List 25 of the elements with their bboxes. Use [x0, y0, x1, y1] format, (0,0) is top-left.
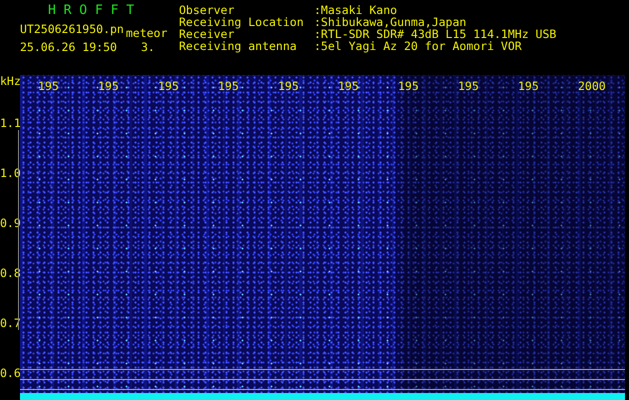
info-label: Receiving Location [179, 16, 305, 28]
time-label: 195 [158, 79, 179, 93]
info-label: Receiving antenna [179, 40, 298, 52]
time-label: 195 [338, 79, 359, 93]
info-value: :Masaki Kano [314, 4, 398, 16]
info-label: Receiver [179, 28, 234, 40]
time-label: 195 [218, 79, 239, 93]
info-value: :5el Yagi Az 20 for Aomori VOR [314, 40, 522, 52]
time-label: 195 [458, 79, 479, 93]
time-label: 195 [518, 79, 539, 93]
time-label: 2000 [578, 79, 606, 93]
frequency-label: 0.6 [0, 366, 21, 380]
unit-label: kHz [0, 74, 21, 88]
time-label: 195 [278, 79, 299, 93]
timestamp: 25.06.26 19:50 [20, 40, 117, 54]
mode-label: meteor [126, 26, 168, 40]
time-label: 195 [398, 79, 419, 93]
count-value: 3. [140, 40, 155, 54]
info-value: :RTL-SDR SDR# 43dB L15 114.1MHz USB [314, 28, 556, 40]
info-label: Observer [179, 4, 236, 16]
app-title: H R O F F T [47, 4, 136, 18]
file-name: UT2506261950.pn [20, 22, 124, 36]
info-value: :Shibukawa,Gunma,Japan [314, 16, 466, 28]
frequency-label: 1.1 [0, 116, 21, 130]
time-label: 195 [38, 79, 59, 93]
